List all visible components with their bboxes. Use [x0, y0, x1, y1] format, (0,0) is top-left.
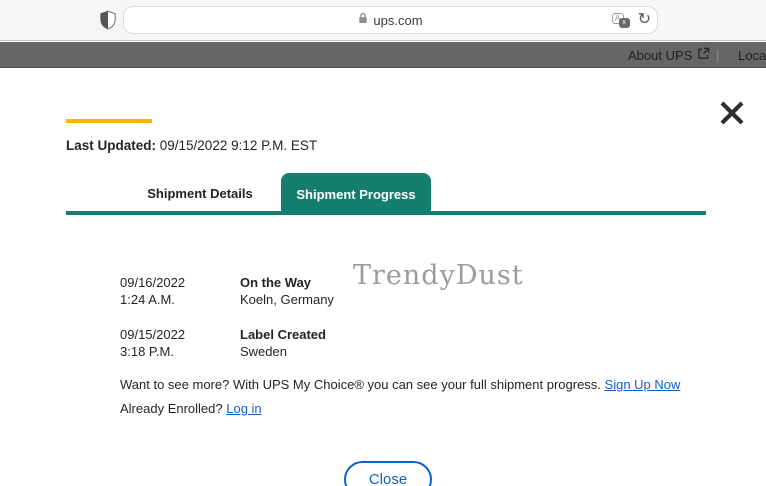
promo-line: Want to see more? With UPS My Choice® yo…	[120, 377, 680, 392]
progress-datetime: 09/16/2022 1:24 A.M.	[120, 274, 240, 308]
page: ups.com A x ↻ About UPS | Loca Last Upda…	[0, 0, 766, 486]
progress-status: Label Created Sweden	[240, 326, 326, 360]
gold-accent-line	[66, 119, 152, 123]
progress-time: 3:18 P.M.	[120, 344, 174, 359]
last-updated: Last Updated: 09/15/2022 9:12 P.M. EST	[66, 138, 317, 153]
progress-status-title: Label Created	[240, 327, 326, 342]
lock-icon	[358, 11, 368, 29]
progress-status: On the Way Koeln, Germany	[240, 274, 334, 308]
about-ups-label: About UPS	[628, 47, 693, 63]
address-bar[interactable]: ups.com A x ↻	[123, 6, 658, 34]
progress-date: 09/15/2022	[120, 327, 186, 342]
tab-shipment-details[interactable]: Shipment Details	[140, 173, 260, 213]
last-updated-value: 09/15/2022 9:12 P.M. EST	[156, 138, 318, 153]
translate-icon-front: x	[618, 17, 630, 28]
nav-divider: |	[716, 47, 720, 62]
enrolled-text: Already Enrolled?	[120, 401, 227, 416]
site-header-bar: About UPS | Locations	[0, 42, 766, 68]
close-icon[interactable]	[716, 97, 748, 129]
locations-link[interactable]: Locations	[738, 42, 766, 67]
address-bar-center: ups.com	[124, 7, 657, 33]
enrolled-line: Already Enrolled? Log in	[120, 401, 262, 416]
tracking-modal: Last Updated: 09/15/2022 9:12 P.M. EST S…	[0, 68, 766, 486]
privacy-shield-icon[interactable]	[100, 10, 116, 30]
reload-icon[interactable]: ↻	[638, 12, 651, 28]
sign-up-now-link[interactable]: Sign Up Now	[605, 377, 681, 392]
close-button[interactable]: Close	[344, 461, 432, 486]
external-link-icon	[697, 47, 710, 63]
tab-shipment-progress[interactable]: Shipment Progress	[281, 173, 431, 215]
progress-status-title: On the Way	[240, 275, 312, 290]
tab-underline	[66, 211, 706, 215]
progress-location: Sweden	[240, 344, 287, 359]
progress-time: 1:24 A.M.	[120, 292, 175, 307]
log-in-link[interactable]: Log in	[226, 401, 261, 416]
promo-text: Want to see more? With UPS My Choice® yo…	[120, 377, 605, 392]
translate-icon[interactable]: A x	[611, 12, 630, 28]
progress-row: 09/16/2022 1:24 A.M. On the Way Koeln, G…	[120, 274, 640, 308]
url-text: ups.com	[373, 12, 423, 28]
progress-date: 09/16/2022	[120, 275, 186, 290]
progress-datetime: 09/15/2022 3:18 P.M.	[120, 326, 240, 360]
progress-row: 09/15/2022 3:18 P.M. Label Created Swede…	[120, 326, 640, 360]
browser-toolbar: ups.com A x ↻	[0, 0, 766, 41]
about-ups-link[interactable]: About UPS	[628, 42, 710, 67]
last-updated-label: Last Updated:	[66, 138, 157, 153]
progress-location: Koeln, Germany	[240, 292, 334, 307]
address-bar-actions: A x ↻	[611, 7, 651, 33]
